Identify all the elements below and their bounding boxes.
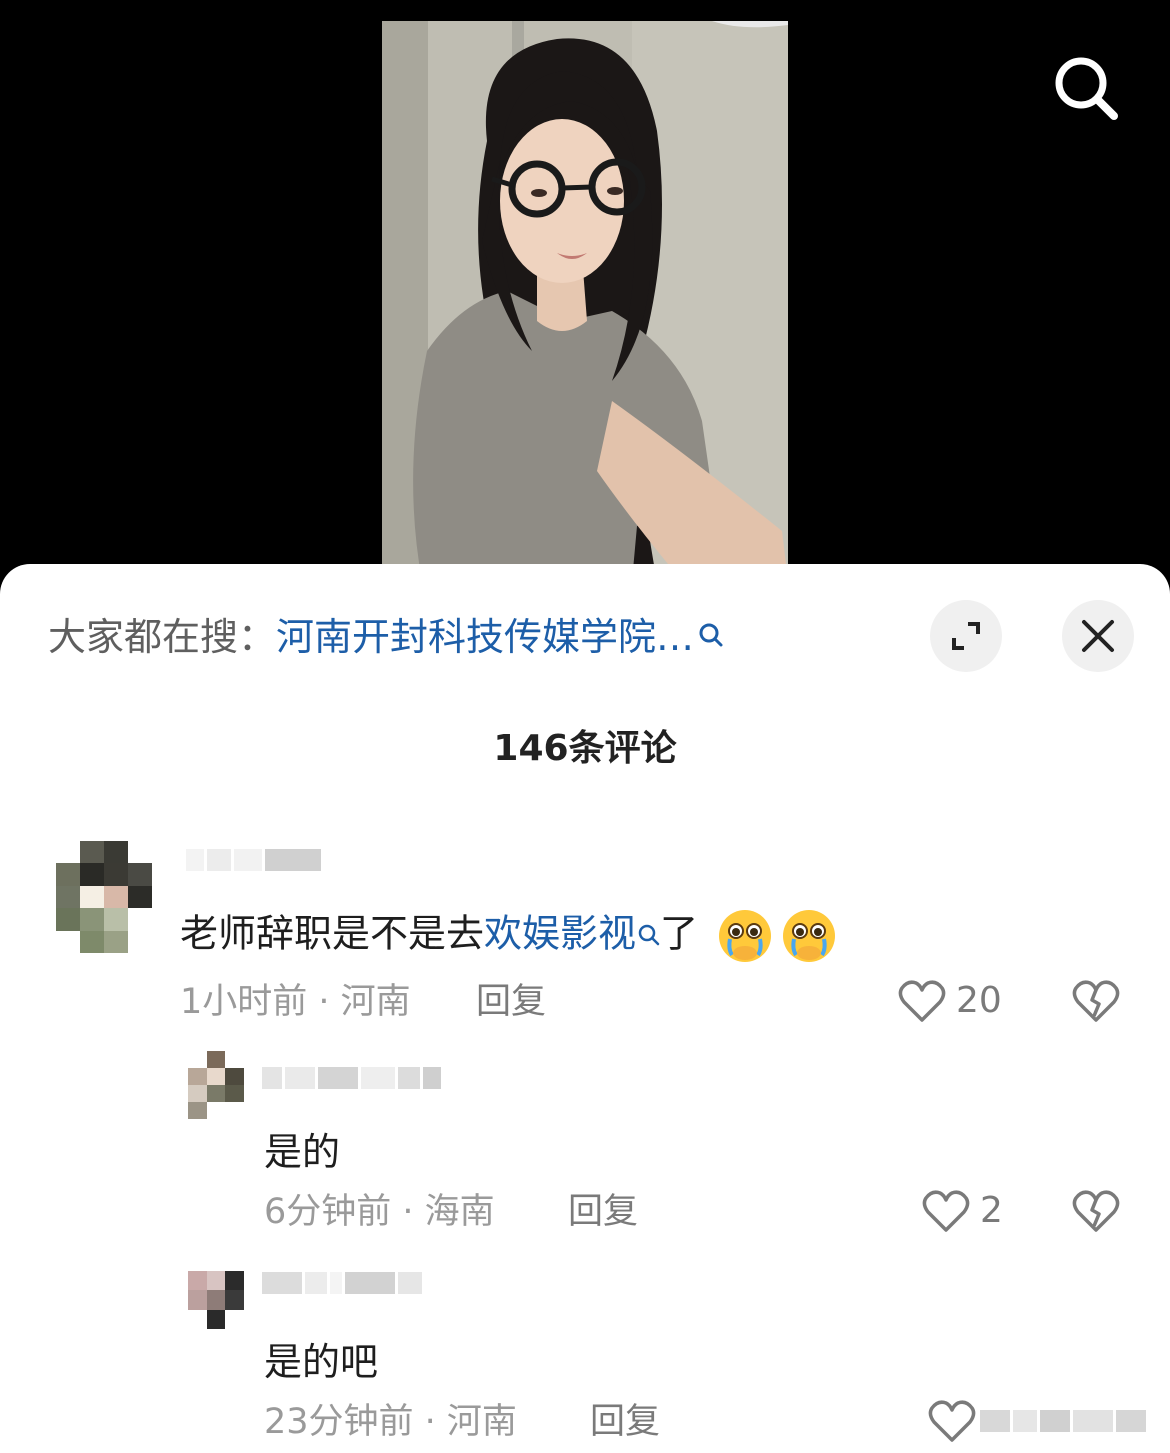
close-button[interactable] bbox=[1062, 600, 1134, 672]
reply-time-location: 6分钟前 · 海南 bbox=[264, 1192, 495, 1232]
username-blurred[interactable] bbox=[186, 849, 321, 871]
like-count: 2 bbox=[980, 1190, 1003, 1231]
hot-search-bar[interactable]: 大家都在搜：河南开封科技传媒学院… bbox=[48, 611, 724, 665]
avatar[interactable] bbox=[56, 841, 152, 953]
blurred-overlay bbox=[980, 1410, 1146, 1432]
reply-button[interactable]: 回复 bbox=[568, 1189, 638, 1235]
avatar[interactable] bbox=[188, 1271, 244, 1329]
crying-face-emoji bbox=[783, 910, 836, 962]
avatar[interactable] bbox=[188, 1051, 244, 1119]
username-blurred[interactable] bbox=[262, 1067, 441, 1089]
reply-button[interactable]: 回复 bbox=[476, 979, 546, 1025]
search-icon[interactable] bbox=[1050, 52, 1122, 124]
expand-icon bbox=[952, 622, 980, 650]
keyword-link[interactable]: 欢娱影视 bbox=[484, 912, 636, 956]
heart-icon bbox=[922, 1190, 970, 1232]
hot-search-term-link[interactable]: 河南开封科技传媒学院… bbox=[276, 615, 694, 659]
video-frame[interactable] bbox=[382, 21, 788, 581]
reply-text[interactable]: 是的 bbox=[264, 1126, 340, 1178]
like-button[interactable]: 2 bbox=[922, 1188, 1003, 1234]
dislike-button[interactable] bbox=[1072, 978, 1120, 1028]
comment-time-location: 1小时前 · 河南 bbox=[180, 982, 411, 1022]
heart-icon bbox=[928, 1400, 976, 1442]
comment-text-start: 老师辞职是不是去 bbox=[180, 911, 485, 956]
like-button[interactable]: 20 bbox=[898, 978, 1002, 1024]
search-icon[interactable] bbox=[698, 613, 724, 665]
comment-text[interactable]: 老师辞职是不是去欢娱影视了 bbox=[180, 907, 838, 965]
heart-icon bbox=[898, 980, 946, 1022]
reply-text[interactable]: 是的吧 bbox=[264, 1336, 378, 1388]
broken-heart-icon bbox=[1072, 980, 1120, 1022]
comment-count-title: 146条评论 bbox=[493, 728, 677, 769]
search-icon[interactable] bbox=[638, 911, 660, 963]
hot-search-prefix: 大家都在搜： bbox=[48, 615, 277, 659]
dislike-button[interactable] bbox=[1072, 1188, 1120, 1238]
reply-button[interactable]: 回复 bbox=[590, 1399, 660, 1445]
comment-sheet: 大家都在搜：河南开封科技传媒学院… 146条评论 老师辞职是不是去欢娱影视 了 … bbox=[0, 564, 1170, 1453]
expand-button[interactable] bbox=[930, 600, 1002, 672]
username-blurred[interactable] bbox=[262, 1272, 422, 1294]
video-still-image bbox=[382, 21, 788, 581]
comment-text-end: 了 bbox=[660, 911, 699, 956]
like-count: 20 bbox=[956, 980, 1002, 1021]
video-player[interactable] bbox=[0, 0, 1170, 600]
reply-time-location: 23分钟前 · 河南 bbox=[264, 1402, 517, 1442]
crying-face-emoji bbox=[719, 910, 772, 962]
like-button[interactable] bbox=[928, 1398, 976, 1444]
close-icon bbox=[1082, 620, 1114, 652]
broken-heart-icon bbox=[1072, 1190, 1120, 1232]
